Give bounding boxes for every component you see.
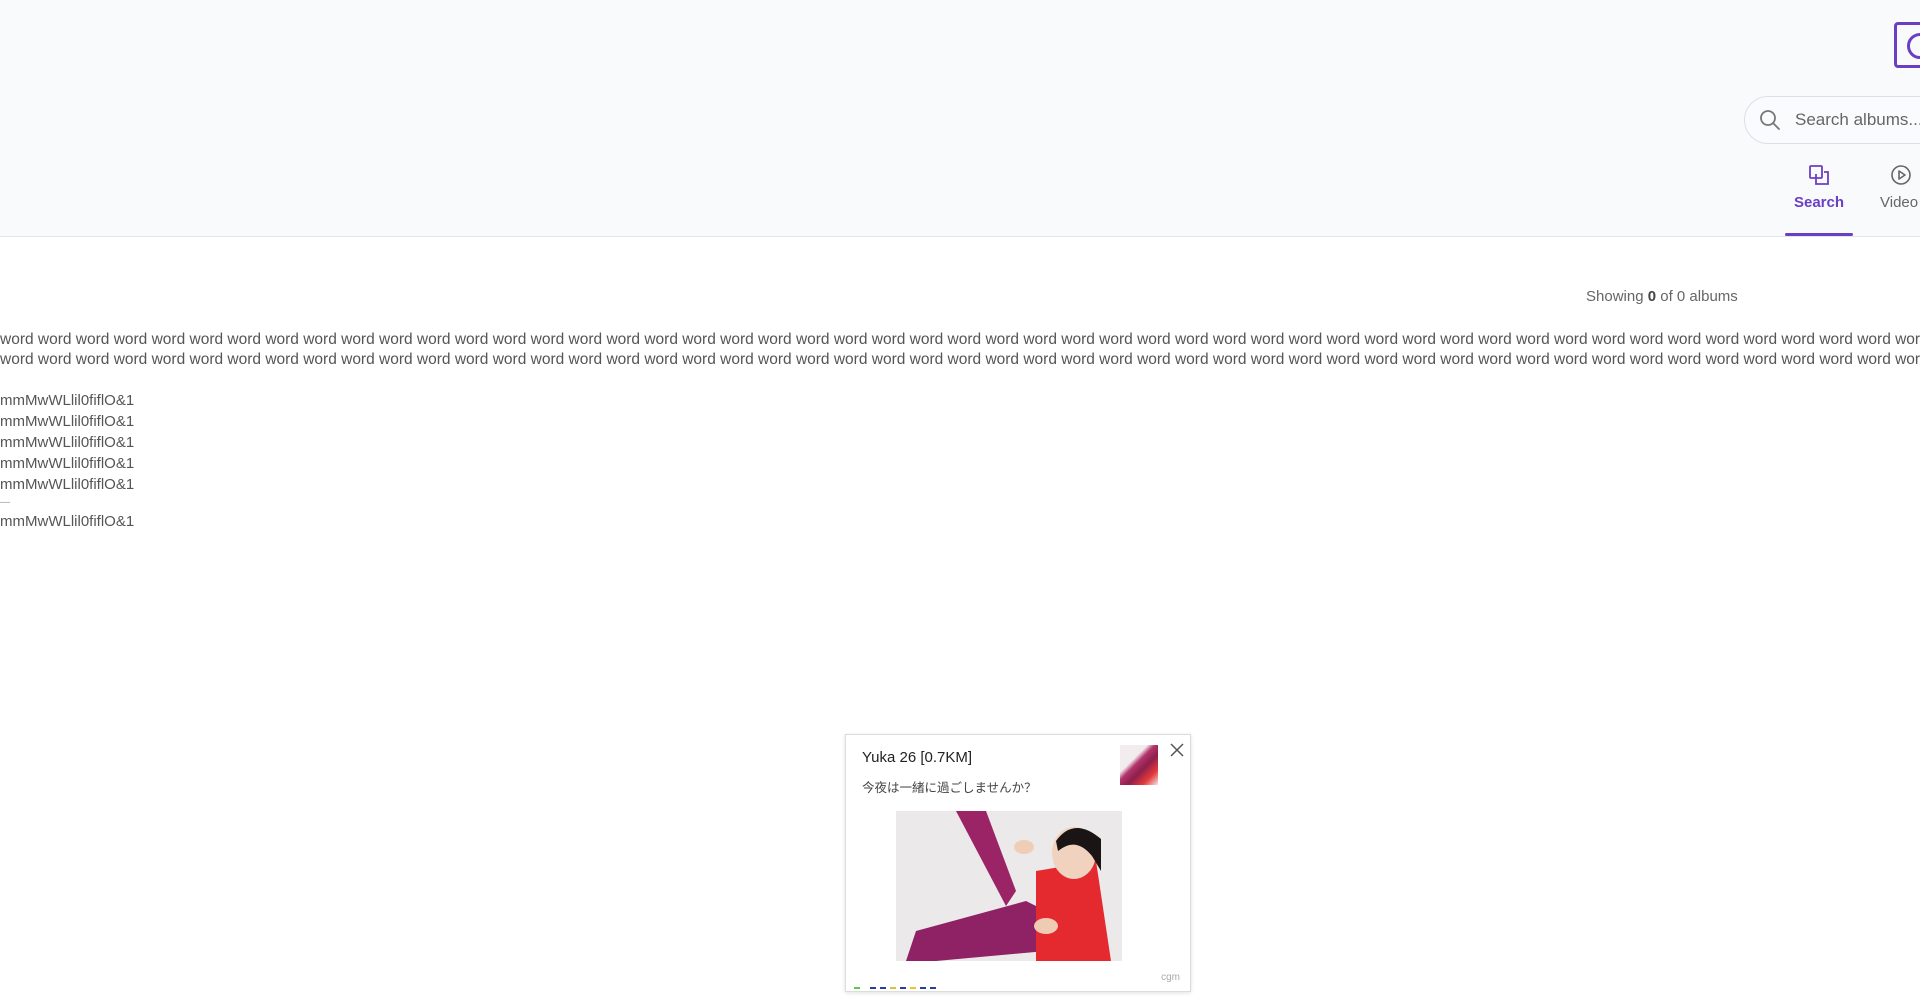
showing-prefix: Showing bbox=[1586, 288, 1648, 305]
showing-count: 0 bbox=[1647, 288, 1657, 305]
sample-line: mmMwWLlil0fiflO&1 bbox=[0, 413, 135, 430]
tab-search[interactable]: Search bbox=[1785, 164, 1853, 236]
sample-line: mmMwWLlil0fiflO&1 bbox=[0, 455, 135, 472]
separator-dash: — bbox=[0, 497, 10, 508]
indicator-dot bbox=[910, 987, 916, 989]
indicator-dot bbox=[920, 987, 926, 989]
indicator-dot bbox=[930, 987, 936, 989]
active-tab-indicator bbox=[1785, 233, 1853, 236]
search-icon bbox=[1760, 110, 1780, 130]
popup-photo[interactable] bbox=[896, 811, 1122, 961]
word-line: word word word word word word word word … bbox=[0, 331, 1920, 348]
sample-lines: mmMwWLlil0fiflO&1 mmMwWLlil0fiflO&1 mmMw… bbox=[0, 390, 134, 532]
search-tab-icon bbox=[1809, 165, 1829, 185]
popup-title: Yuka 26 [0.7KM] bbox=[862, 749, 973, 766]
sample-line: mmMwWLlil0fiflO&1 bbox=[0, 434, 135, 451]
indicator-dot bbox=[854, 987, 860, 989]
indicator-dot bbox=[890, 987, 896, 989]
indicator-dot bbox=[880, 987, 886, 989]
word-line: word word word word word word word word … bbox=[0, 351, 1920, 368]
indicator-dot bbox=[870, 987, 876, 989]
showing-total: 0 bbox=[1676, 288, 1686, 305]
showing-suffix: albums bbox=[1685, 288, 1738, 305]
results-count: Showing 0 of 0 albums bbox=[1586, 288, 1738, 305]
top-header: Search Video bbox=[0, 0, 1920, 237]
photo-illustration bbox=[896, 811, 1122, 961]
showing-middle: of bbox=[1656, 288, 1677, 305]
tab-video[interactable]: Video bbox=[1880, 164, 1920, 236]
app-logo[interactable] bbox=[1894, 22, 1920, 68]
close-icon[interactable] bbox=[1168, 741, 1186, 759]
tab-video-label: Video bbox=[1880, 194, 1919, 211]
play-circle-icon bbox=[1891, 165, 1911, 185]
popup-thumbnail[interactable] bbox=[1120, 745, 1158, 785]
search-input[interactable] bbox=[1793, 105, 1920, 135]
popup-message: 今夜は一緒に過ごしませんか？ bbox=[862, 781, 1037, 795]
sample-line: mmMwWLlil0fiflO&1 bbox=[0, 513, 135, 530]
ad-popup[interactable]: Yuka 26 [0.7KM] 今夜は一緒に過ごしませんか？ cgm bbox=[845, 734, 1191, 992]
indicator-dot bbox=[900, 987, 906, 989]
sample-line: mmMwWLlil0fiflO&1 bbox=[0, 392, 135, 409]
popup-footer-text: cgm bbox=[1161, 972, 1180, 983]
logo-wheel-icon bbox=[1907, 33, 1920, 59]
tab-search-label: Search bbox=[1793, 194, 1845, 211]
word-text-block: word word word word word word word word … bbox=[0, 330, 1920, 370]
search-box[interactable] bbox=[1744, 96, 1920, 144]
sample-line: mmMwWLlil0fiflO&1 bbox=[0, 476, 135, 493]
